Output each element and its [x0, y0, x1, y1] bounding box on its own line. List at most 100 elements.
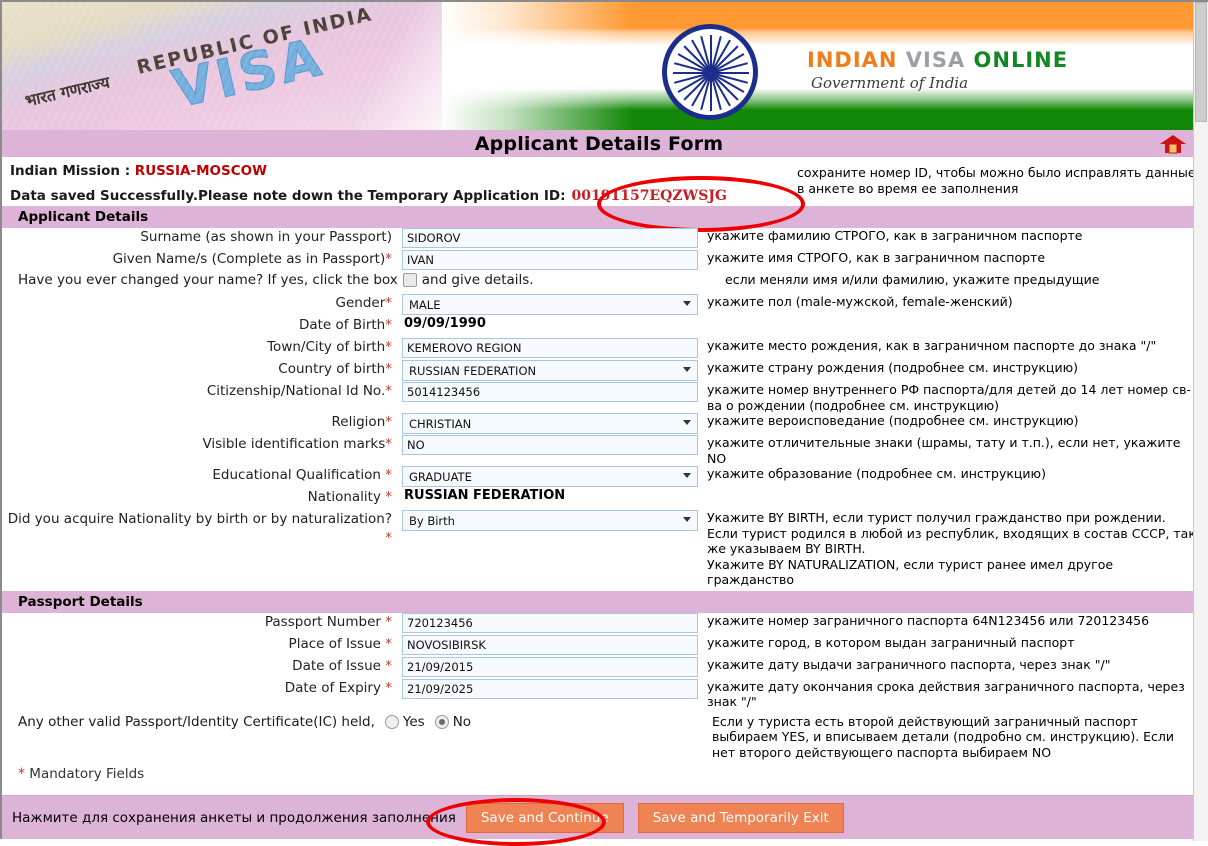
home-icon[interactable]	[1158, 132, 1188, 156]
date-of-expiry-input[interactable]	[402, 678, 698, 699]
form-row-place-of-issue: Place of Issue * укажите город, в котором…	[2, 634, 1196, 657]
indian-mission-value: RUSSIA-MOSCOW	[134, 163, 267, 179]
control-date-of-expiry	[402, 678, 702, 699]
gender-select-wrapper: MALE	[402, 294, 698, 315]
form-row-date-of-birth: Date of Birth* 09/09/1990	[2, 316, 1196, 338]
page-title-bar: Applicant Details Form	[2, 130, 1196, 157]
name-changed-checkbox[interactable]	[402, 273, 417, 287]
page-scrollbar[interactable]	[1193, 2, 1208, 841]
passport-number-input[interactable]	[402, 612, 698, 633]
required-asterisk: *	[385, 295, 392, 311]
nationality-acquired-select[interactable]: By Birth	[402, 510, 698, 531]
other-passport-no-radio[interactable]	[434, 714, 449, 729]
required-asterisk: *	[385, 467, 392, 483]
control-town-city-of-birth	[402, 338, 702, 358]
label-religion: Religion*	[331, 414, 392, 430]
form-row-date-of-expiry: Date of Expiry * укажите дату окончания с…	[2, 678, 1196, 710]
other-passport-hint: Если у туриста есть второй действующий з…	[712, 713, 1175, 760]
other-passport-no-label: No	[452, 713, 472, 730]
hint-given-name: укажите имя СТРОГО, как в заграничном па…	[707, 250, 1046, 265]
visa-word-text: VISA	[167, 27, 331, 121]
date-of-issue-input[interactable]	[402, 656, 698, 677]
control-date-of-issue	[402, 656, 702, 677]
form-row-date-of-issue: Date of Issue * укажите дату выдачи загра…	[2, 656, 1196, 679]
section-header-applicant-details: Applicant Details	[2, 206, 1196, 228]
town-city-of-birth-input[interactable]	[402, 338, 698, 358]
mandatory-fields-text: Mandatory Fields	[29, 766, 145, 782]
form-row-name-changed: Have you ever changed your name? If yes,…	[2, 272, 1196, 294]
control-date-of-birth: 09/09/1990	[402, 316, 702, 331]
scrollbar-thumb[interactable]	[1195, 2, 1207, 122]
bottom-instruction-text: Нажмите для сохранения анкеты и продолже…	[12, 809, 456, 826]
form-content: Indian Mission : RUSSIA-MOSCOW Data save…	[2, 157, 1196, 782]
other-passport-label: Any other valid Passport/Identity Certif…	[18, 713, 375, 730]
form-row-gender: Gender* MALE укажите пол (male-мужской, fe…	[2, 294, 1196, 316]
form-row-nationality-acquired: Did you acquire Nationality by birth or …	[2, 510, 1196, 588]
label-surname: Surname (as shown in your Passport)	[140, 229, 392, 245]
required-asterisk: *	[385, 657, 392, 674]
country-of-birth-select[interactable]: RUSSIAN FEDERATION	[402, 360, 698, 381]
hint-town-city-of-birth: укажите место рождения, как в загранично…	[707, 338, 1157, 353]
label-educational-qualification: Educational Qualification *	[212, 467, 392, 483]
religion-select[interactable]: CHRISTIAN	[402, 413, 698, 434]
hint-educational-qualification: укажите образование (подробнее см. инстр…	[707, 466, 1046, 481]
label-passport-number: Passport Number *	[264, 613, 392, 630]
logo-subtitle: Government of India	[811, 74, 969, 92]
hint-passport-number: укажите номер заграничного паспорта 64N1…	[707, 612, 1150, 628]
visible-identification-marks-input[interactable]	[402, 435, 698, 455]
control-passport-number	[402, 612, 702, 633]
label-place-of-issue: Place of Issue *	[288, 635, 392, 652]
logo-visa-text: VISA	[905, 48, 966, 72]
label-country-of-birth: Country of birth*	[278, 361, 392, 377]
required-asterisk: *	[385, 317, 392, 333]
citizenship-national-id-input[interactable]	[402, 382, 698, 402]
control-citizenship-national-id	[402, 382, 702, 402]
applicant-details-form: Surname (as shown in your Passport) укажи…	[2, 228, 1196, 588]
label-date-of-issue: Date of Issue *	[292, 657, 392, 674]
control-place-of-issue	[402, 634, 702, 655]
required-asterisk: *	[385, 489, 392, 505]
application-page: REPUBLIC OF INDIA VISA भारत गणराज्य INDI…	[0, 0, 1208, 846]
mandatory-fields-note: * Mandatory Fields	[2, 766, 1196, 782]
label-visible-identification-marks: Visible identification marks*	[202, 436, 392, 452]
hint-nationality-acquired: Укажите BY BIRTH, если турист получил гр…	[707, 510, 1196, 587]
section-header-passport-details: Passport Details	[2, 590, 1196, 613]
surname-input[interactable]	[402, 228, 698, 248]
educational-qualification-select-wrapper: GRADUATE	[402, 466, 698, 487]
form-row-town-city-of-birth: Town/City of birth* укажите место рождени…	[2, 338, 1196, 360]
given-name-input[interactable]	[402, 250, 698, 270]
control-given-name	[402, 250, 702, 270]
label-given-name: Given Name/s (Complete as in Passport)*	[112, 251, 392, 267]
required-asterisk: *	[385, 251, 392, 267]
educational-qualification-select[interactable]: GRADUATE	[402, 466, 698, 487]
other-passport-yes-radio[interactable]	[384, 714, 399, 729]
form-row-citizenship-national-id: Citizenship/National Id No.* укажите номе…	[2, 382, 1196, 413]
form-row-nationality: Nationality * RUSSIAN FEDERATION	[2, 488, 1196, 510]
required-asterisk: *	[385, 339, 392, 355]
hint-place-of-issue: укажите город, в котором выдан заграничн…	[707, 634, 1075, 650]
label-date-of-birth: Date of Birth*	[298, 317, 392, 333]
hint-date-of-issue: укажите дату выдачи заграничного паспорт…	[707, 656, 1111, 672]
save-and-temporarily-exit-button[interactable]: Save and Temporarily Exit	[637, 802, 844, 833]
control-visible-identification-marks	[402, 435, 702, 455]
site-banner: REPUBLIC OF INDIA VISA भारत गणराज्य INDI…	[2, 2, 1196, 130]
passport-details-form: Passport Number * укажите номер заграничн…	[2, 612, 1196, 710]
logo-indian-text: INDIAN	[807, 48, 898, 72]
indian-visa-online-logo: INDIAN VISA ONLINE Government of India	[807, 48, 1068, 92]
required-asterisk: *	[385, 414, 392, 430]
label-gender: Gender*	[335, 295, 393, 311]
control-gender: MALE	[402, 294, 702, 315]
save-and-continue-button[interactable]: Save and Continue	[465, 802, 624, 833]
date-of-birth-value: 09/09/1990	[404, 316, 486, 331]
hint-surname: укажите фамилию СТРОГО, как в загранично…	[707, 228, 1083, 243]
place-of-issue-input[interactable]	[402, 634, 698, 655]
required-asterisk: *	[385, 383, 392, 399]
mandatory-asterisk: *	[18, 766, 25, 782]
hint-religion: укажите вероисповедание (подробнее см. и…	[707, 413, 1079, 428]
form-row-country-of-birth: Country of birth* RUSSIAN FEDERATION укажи…	[2, 360, 1196, 382]
hint-citizenship-national-id: укажите номер внутреннего РФ паспорта/дл…	[707, 382, 1191, 413]
required-asterisk: *	[385, 613, 392, 630]
gender-select[interactable]: MALE	[402, 294, 698, 315]
name-changed-text-before: Have you ever changed your name? If yes,…	[18, 272, 398, 288]
visa-republic-text: REPUBLIC OF INDIA	[134, 3, 375, 79]
